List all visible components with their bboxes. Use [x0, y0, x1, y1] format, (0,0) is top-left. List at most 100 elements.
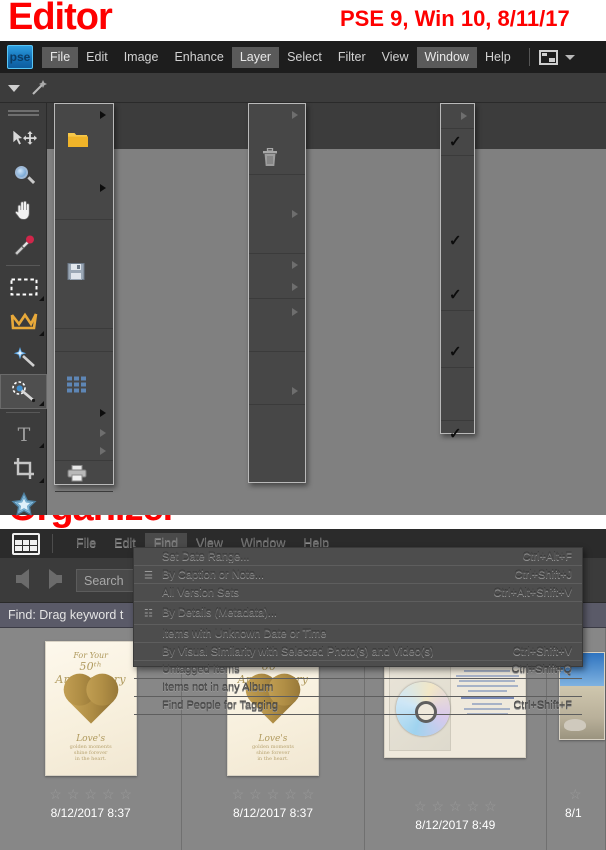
menu-window[interactable]: Window — [416, 46, 477, 68]
menu-item-exit[interactable]: Exit — [55, 492, 113, 514]
menu-item-open-as[interactable]: Open As... — [55, 158, 113, 177]
lasso-tool[interactable] — [0, 304, 47, 339]
arrow-right-icon[interactable] — [49, 569, 62, 589]
menu-item-process-multiple[interactable]: Process Multiple Files... — [55, 372, 113, 402]
find-item-untagged-items[interactable]: Untagged Items Ctrl+Shift+Q — [134, 661, 582, 679]
menu-item-layer-style[interactable]: Layer Style — [249, 201, 305, 227]
menu-item-layer-content-options[interactable]: Layer Content Options... — [249, 276, 305, 298]
menu-item-merge-down[interactable]: Merge Down — [249, 405, 305, 431]
rating-stars[interactable]: ☆ ☆ ☆ ☆ ☆ — [414, 799, 497, 813]
find-item-all-version-sets[interactable]: All Version Sets Ctrl+Alt+Shift+V — [134, 584, 582, 602]
menu-item-histogram[interactable]: Histogram — [441, 180, 474, 204]
menu-item-new-fill-layer[interactable]: New Fill Layer — [249, 227, 305, 253]
menu-item-export[interactable]: Export — [55, 424, 113, 442]
star-icon[interactable]: ☆ — [484, 799, 497, 813]
menu-item-delete-layer[interactable]: Delete Layer — [249, 146, 305, 174]
find-item-set-date-range[interactable]: Set Date Range... Ctrl+Alt+F — [134, 548, 582, 566]
crop-tool[interactable] — [0, 451, 47, 486]
find-menu-dropdown[interactable]: Set Date Range... Ctrl+Alt+F ☰ By Captio… — [133, 547, 583, 715]
star-icon[interactable]: ☆ — [49, 787, 62, 801]
find-item-find-people-for-tagging[interactable]: Find People for Tagging Ctrl+Shift+F — [134, 697, 582, 715]
rating-stars[interactable]: ☆ ☆ ☆ ☆ ☆ — [49, 787, 132, 801]
menu-item-project-bin[interactable]: Project Bin — [441, 311, 474, 337]
menu-item-close[interactable]: Close — [55, 220, 113, 240]
menu-item-layer-new[interactable]: New — [249, 104, 305, 126]
star-icon[interactable]: ☆ — [232, 787, 245, 801]
menu-edit[interactable]: Edit — [78, 47, 116, 68]
zoom-tool[interactable] — [0, 157, 47, 192]
menu-item-duplicate-layer[interactable]: Duplicate Layer... — [249, 126, 305, 146]
menu-item-open-recent[interactable]: Open Recently Edited File — [55, 177, 113, 199]
menu-item-layers[interactable]: Layers — [441, 254, 474, 280]
palette-grip[interactable] — [7, 110, 39, 116]
rating-stars[interactable]: ☆ — [569, 787, 582, 801]
star-icon[interactable]: ☆ — [102, 787, 115, 801]
file-menu-dropdown[interactable]: New Open... Open As... Open Recently Edi… — [54, 103, 114, 492]
move-tool[interactable] — [0, 122, 47, 157]
menu-item-images[interactable]: Images — [441, 104, 474, 128]
menu-select[interactable]: Select — [279, 47, 330, 68]
menu-item-automation-tools[interactable]: Automation Tools — [55, 442, 113, 460]
menu-item-info[interactable]: ✓ Info — [441, 228, 474, 254]
layout-grid-icon[interactable] — [538, 49, 558, 65]
layer-menu-dropdown[interactable]: New Duplicate Layer... Delete Layer — [248, 103, 306, 483]
star-icon[interactable]: ☆ — [249, 787, 262, 801]
chevron-down-icon[interactable] — [564, 54, 575, 60]
star-icon[interactable]: ☆ — [267, 787, 280, 801]
magic-wand-icon[interactable] — [30, 79, 48, 102]
menu-item-open[interactable]: Open... — [55, 126, 113, 158]
menu-item-save-for-web[interactable]: Save for Web... — [55, 308, 113, 328]
menu-item-close-all[interactable]: Close All — [55, 240, 113, 260]
star-icon[interactable]: ☆ — [67, 787, 80, 801]
menu-item-place[interactable]: Place... — [55, 352, 113, 372]
menu-item-new-adjustment-layer[interactable]: New Adjustment Layer — [249, 254, 305, 276]
menu-item-merge-visible[interactable]: Merge Visible — [249, 431, 305, 457]
star-icon[interactable]: ☆ — [414, 799, 427, 813]
menu-image[interactable]: Image — [116, 47, 167, 68]
menu-item-group-with-previous[interactable]: Group with Previous — [249, 352, 305, 378]
menu-item-rename-layer[interactable]: Rename Layer... — [249, 175, 305, 201]
menu-item-arrange[interactable]: Arrange — [249, 378, 305, 404]
menu-item-color-swatches[interactable]: ✓ Color Swatches — [441, 129, 474, 155]
org-menu-file[interactable]: File — [67, 533, 105, 554]
find-item-not-in-any-album[interactable]: Items not in any Album — [134, 679, 582, 697]
star-icon[interactable]: ☆ — [431, 799, 444, 813]
star-icon[interactable]: ☆ — [467, 799, 480, 813]
menu-item-reset-panels[interactable]: Reset Panels — [441, 368, 474, 394]
menu-filter[interactable]: Filter — [330, 47, 374, 68]
menu-item-history[interactable]: History — [441, 204, 474, 228]
find-item-by-visual-similarity[interactable]: By Visual Similarity with Selected Photo… — [134, 643, 582, 661]
menu-layer[interactable]: Layer — [231, 46, 280, 68]
menu-enhance[interactable]: Enhance — [166, 47, 231, 68]
star-icon[interactable]: ☆ — [120, 787, 133, 801]
menu-item-new[interactable]: New — [55, 104, 113, 126]
star-icon[interactable]: ☆ — [449, 799, 462, 813]
menu-item-duplicate[interactable]: Duplicate... — [55, 199, 113, 219]
star-icon[interactable]: ☆ — [569, 787, 582, 801]
find-item-unknown-date-or-time[interactable]: Items with Unknown Date or Time — [134, 625, 582, 643]
menu-item-welcome[interactable]: Welcome — [441, 394, 474, 420]
organizer-grid-icon[interactable] — [12, 532, 40, 555]
cookie-cutter-tool[interactable] — [0, 486, 47, 521]
find-item-by-details-metadata[interactable]: ☷ By Details (Metadata)... — [134, 602, 582, 625]
menu-item-import[interactable]: Import — [55, 402, 113, 424]
quick-selection-tool[interactable] — [0, 374, 47, 409]
menu-view[interactable]: View — [374, 47, 417, 68]
marquee-tool[interactable] — [0, 269, 47, 304]
pse-logo-icon[interactable]: pse — [7, 45, 33, 69]
hand-tool[interactable] — [0, 192, 47, 227]
star-icon[interactable]: ☆ — [84, 787, 97, 801]
menu-item-tools[interactable]: ✓ Tools — [441, 337, 474, 367]
menu-help[interactable]: Help — [477, 47, 519, 68]
menu-item-save[interactable]: Save — [55, 260, 113, 288]
eyedropper-tool[interactable] — [0, 227, 47, 262]
type-tool[interactable]: T — [0, 416, 47, 451]
menu-item-flatten-image[interactable]: Flatten Image — [249, 457, 305, 483]
find-item-by-caption-or-note[interactable]: ☰ By Caption or Note... Ctrl+Shift+J — [134, 566, 582, 584]
arrow-left-icon[interactable] — [16, 569, 29, 589]
menu-file[interactable]: File — [42, 46, 79, 68]
thumbnail-image[interactable]: For Your 50ᵗʰ Anniversary Love's golden … — [44, 641, 137, 776]
star-icon[interactable]: ☆ — [284, 787, 297, 801]
menu-item-simplify-layer[interactable]: Simplify Layer — [249, 325, 305, 351]
menu-item-save-as[interactable]: Save As... — [55, 288, 113, 308]
